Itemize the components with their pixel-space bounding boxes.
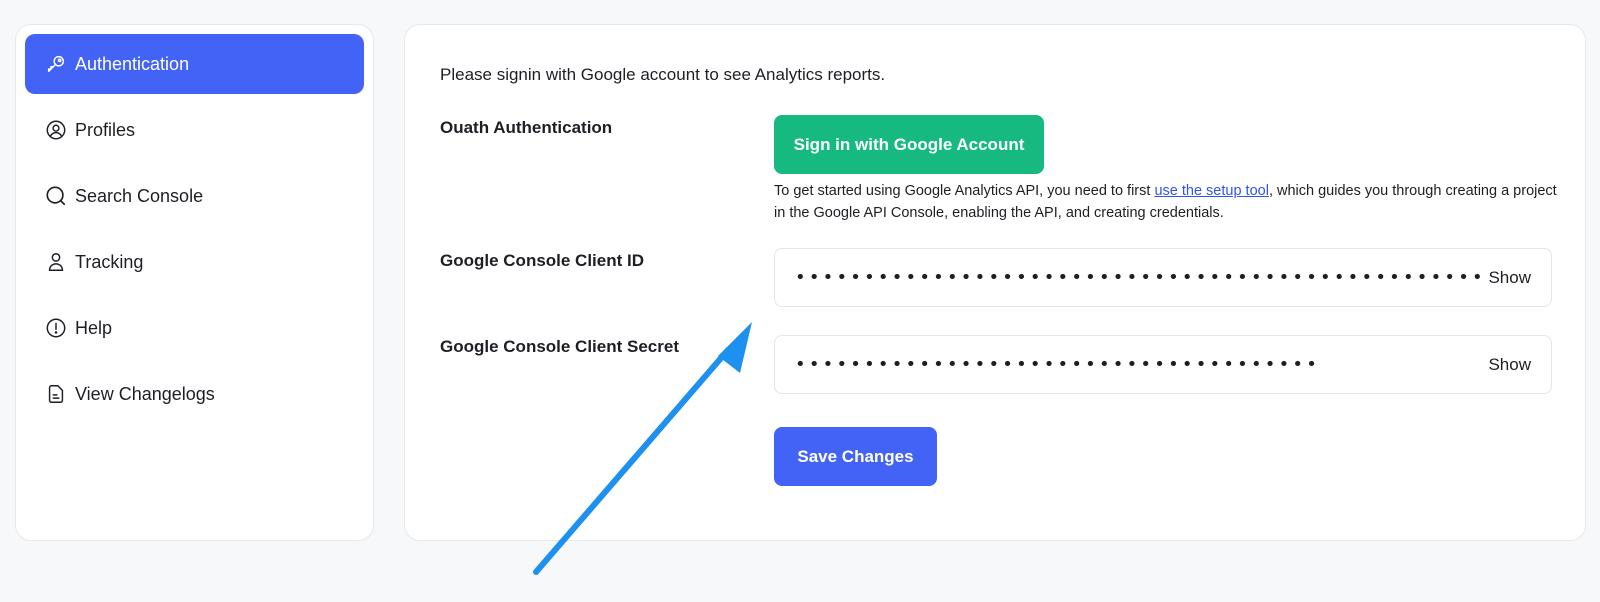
client-id-label: Google Console Client ID — [440, 251, 645, 270]
sidebar-item-search-console[interactable]: Search Console — [25, 166, 364, 226]
search-icon — [45, 185, 67, 207]
save-changes-button[interactable]: Save Changes — [774, 427, 937, 486]
sidebar-item-label: View Changelogs — [75, 383, 215, 404]
oauth-label: Ouath Authentication — [440, 118, 613, 137]
client-secret-field[interactable]: •••••••••••••••••••••••••••••••••••••• S… — [774, 335, 1552, 394]
client-id-show-toggle[interactable]: Show — [1488, 268, 1531, 288]
sidebar-item-profiles[interactable]: Profiles — [25, 100, 364, 160]
sidebar-item-label: Help — [75, 317, 113, 338]
sidebar-item-help[interactable]: Help — [25, 298, 364, 358]
client-id-value: ••••••••••••••••••••••••••••••••••••••••… — [795, 267, 1488, 288]
client-secret-value: •••••••••••••••••••••••••••••••••••••• — [795, 354, 1321, 375]
intro-text: Please signin with Google account to see… — [440, 65, 886, 84]
sidebar-item-label: Tracking — [75, 251, 144, 272]
main-panel: Please signin with Google account to see… — [404, 24, 1586, 541]
document-icon — [45, 383, 67, 405]
client-id-field[interactable]: ••••••••••••••••••••••••••••••••••••••••… — [774, 248, 1552, 307]
sidebar-item-view-changelogs[interactable]: View Changelogs — [25, 364, 364, 424]
key-icon — [45, 53, 67, 75]
client-secret-label: Google Console Client Secret — [440, 337, 679, 356]
sidebar-item-tracking[interactable]: Tracking — [25, 232, 364, 292]
sidebar-item-label: Search Console — [75, 185, 204, 206]
sidebar-item-authentication[interactable]: Authentication — [25, 34, 364, 94]
setup-tool-link[interactable]: use the setup tool — [1154, 183, 1268, 199]
help-text-before: To get started using Google Analytics AP… — [774, 183, 1155, 199]
person-icon — [45, 251, 67, 273]
user-circle-icon — [45, 119, 67, 141]
client-secret-show-toggle[interactable]: Show — [1488, 355, 1531, 375]
oauth-help-text: To get started using Google Analytics AP… — [774, 180, 1564, 224]
sidebar-item-label: Profiles — [75, 119, 136, 140]
info-icon — [45, 317, 67, 339]
sidebar-item-label: Authentication — [75, 53, 190, 74]
sidebar: Authentication Profiles Search Console T… — [15, 24, 374, 541]
google-signin-button[interactable]: Sign in with Google Account — [774, 115, 1044, 174]
